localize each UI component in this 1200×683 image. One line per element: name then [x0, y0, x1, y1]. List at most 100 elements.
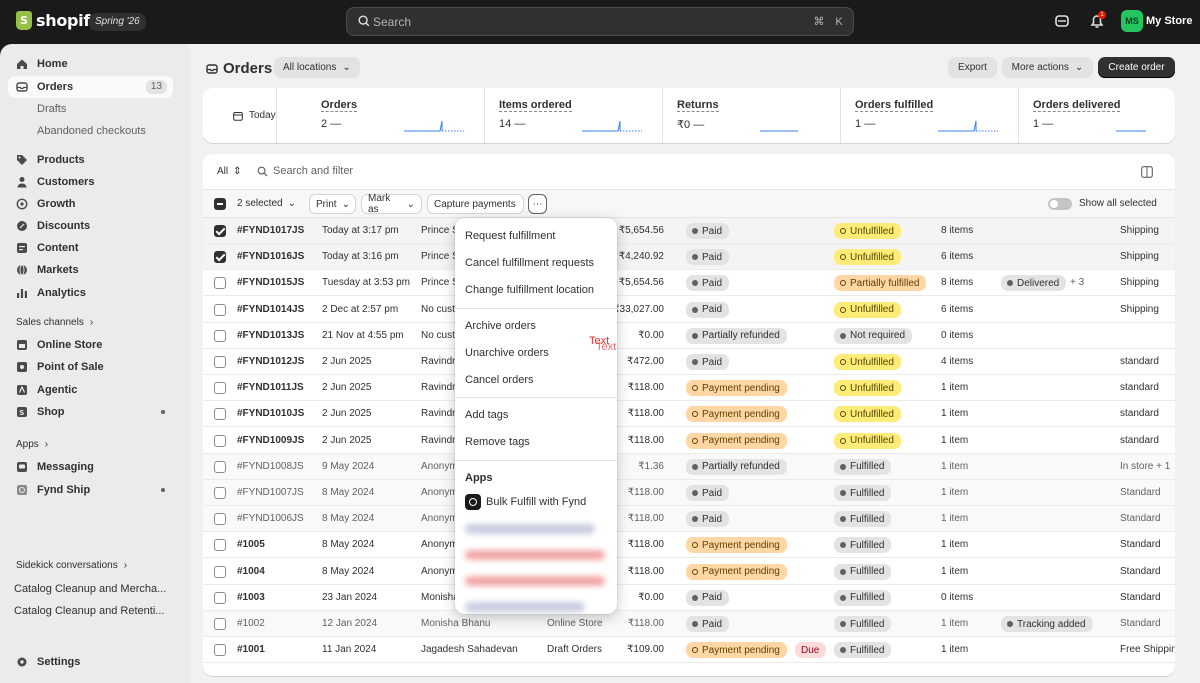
order-number[interactable]: #1002 — [237, 618, 265, 629]
sidebar-item-messaging[interactable]: Messaging — [8, 456, 173, 478]
sidebar-item-home[interactable]: Home — [8, 53, 173, 75]
row-checkbox[interactable] — [214, 303, 226, 316]
menu-item-add-tags[interactable]: Add tags — [465, 409, 508, 421]
table-row[interactable]: #FYND1010JS 2 Jun 2025 Ravindr ₹118.00 Payme… — [203, 401, 1175, 428]
row-checkbox[interactable] — [214, 591, 226, 604]
row-checkbox[interactable] — [214, 434, 226, 447]
row-checkbox[interactable] — [214, 487, 226, 499]
table-row[interactable]: #FYND1008JS 9 May 2024 Anonym ₹1.36 Partiall… — [203, 453, 1175, 480]
sidebar-item-shop[interactable]: S Shop — [8, 401, 173, 423]
order-number[interactable]: #FYND1009JS — [237, 435, 304, 446]
row-checkbox[interactable] — [214, 539, 226, 552]
sidekick-icon[interactable] — [1053, 12, 1071, 30]
tab-all[interactable]: All ⇕ — [217, 166, 242, 177]
menu-item-bulk-fulfill-fynd[interactable]: Bulk Fulfill with Fynd — [465, 494, 586, 510]
table-row[interactable]: #FYND1007JS 8 May 2024 Anonym ₹118.00 Paid Fu… — [203, 480, 1175, 506]
more-bulk-actions-button[interactable]: ⋯ — [528, 194, 547, 214]
more-actions-button[interactable]: More actions ⌄ — [1002, 57, 1093, 78]
order-number[interactable]: #FYND1017JS — [237, 225, 304, 236]
create-order-button[interactable]: Create order — [1098, 57, 1175, 78]
row-checkbox[interactable] — [214, 565, 226, 578]
menu-item-change-fulfillment-location[interactable]: Change fulfillment location — [465, 284, 594, 296]
sidebar-item-content[interactable]: Content — [8, 237, 173, 259]
print-button[interactable]: Print ⌄ — [309, 194, 356, 214]
export-button[interactable]: Export — [948, 57, 997, 78]
location-filter-button[interactable]: All locations ⌄ — [274, 57, 360, 78]
sidekick-conversation-item[interactable]: Catalog Cleanup and Retenti... — [14, 605, 174, 617]
table-row[interactable]: #100323 Jan 2024Monisha₹0.00PaidFulfille… — [203, 585, 1175, 611]
order-number[interactable]: #FYND1014JS — [237, 304, 304, 315]
order-number[interactable]: #FYND1011JS — [237, 382, 304, 393]
row-checkbox[interactable] — [214, 460, 226, 473]
sidebar-item-products[interactable]: Products — [8, 149, 173, 171]
columns-icon[interactable] — [1141, 166, 1153, 178]
table-row[interactable]: #FYND1006JS 8 May 2024 Anonym ₹118.00 Paid Fu… — [203, 506, 1175, 533]
table-row[interactable]: #FYND1013JS 21 Nov at 4:55 pm No cust ₹0.00… — [203, 323, 1175, 349]
table-row[interactable]: #FYND1011JS 2 Jun 2025 Ravindr ₹118.00 Payme… — [203, 375, 1175, 402]
order-number[interactable]: #FYND1015JS — [237, 277, 304, 288]
sidebar-item-fynd-ship[interactable]: Fynd Ship — [8, 479, 173, 501]
show-all-selected-toggle[interactable] — [1048, 198, 1072, 210]
sidebar-item-discounts[interactable]: Discounts — [8, 215, 173, 237]
table-row[interactable]: #1005 8 May 2024 Anonym ₹118.00 Payment pend… — [203, 532, 1175, 559]
row-checkbox[interactable] — [214, 251, 226, 264]
order-number[interactable]: #1003 — [237, 592, 265, 603]
sidebar-item-point-of-sale[interactable]: Point of Sale — [8, 356, 173, 378]
order-number[interactable]: #1001 — [237, 644, 265, 655]
menu-item-remove-tags[interactable]: Remove tags — [465, 436, 530, 448]
menu-item-cancel-orders[interactable]: Cancel orders — [465, 374, 533, 386]
sidebar-item-settings[interactable]: Settings — [8, 651, 173, 673]
shopify-logo[interactable]: shopify — [16, 11, 100, 30]
table-row[interactable]: #FYND1016JSToday at 3:16 pmPrince S₹4,24… — [203, 244, 1175, 271]
table-row[interactable]: #1001 11 Jan 2024 Jagadesh Sahadevan Draft … — [203, 637, 1175, 664]
row-checkbox[interactable] — [214, 513, 226, 526]
table-row[interactable]: #1004 8 May 2024 Anonym ₹118.00 Payment pend… — [203, 559, 1175, 585]
order-number[interactable]: #FYND1013JS — [237, 330, 304, 341]
metric-items-ordered[interactable]: Items ordered 14 — — [485, 88, 663, 143]
sidebar-item-analytics[interactable]: Analytics — [8, 282, 173, 304]
table-row[interactable]: #FYND1017JSToday at 3:17 pmPrince S₹5,65… — [203, 218, 1175, 244]
sidekick-conversations-header[interactable]: Sidekick conversations › — [16, 560, 127, 571]
selected-count-dropdown[interactable]: 2 selected ⌄ — [237, 198, 296, 209]
order-number[interactable]: #FYND1010JS — [237, 408, 304, 419]
store-name[interactable]: My Store — [1146, 15, 1192, 27]
order-number[interactable]: #FYND1008JS — [237, 461, 304, 472]
order-number[interactable]: #FYND1016JS — [237, 251, 304, 262]
metric-orders[interactable]: Orders 2 — — [307, 88, 485, 143]
row-checkbox[interactable] — [214, 277, 226, 290]
table-row[interactable]: #FYND1015JSTuesday at 3:53 pmPrince S₹5,… — [203, 270, 1175, 297]
store-avatar[interactable]: MS — [1121, 10, 1143, 32]
menu-item-archive-orders[interactable]: Archive orders — [465, 320, 536, 332]
order-number[interactable]: #1004 — [237, 566, 265, 577]
table-row[interactable]: #FYND1014JS 2 Dec at 2:57 pm No cust ₹33,02… — [203, 297, 1175, 323]
sidebar-item-abandoned-checkouts[interactable]: Abandoned checkouts — [8, 120, 173, 142]
order-number[interactable]: #FYND1012JS — [237, 356, 304, 367]
row-checkbox[interactable] — [214, 329, 226, 342]
order-number[interactable]: #1005 — [237, 539, 265, 550]
sidebar-item-online-store[interactable]: Online Store — [8, 334, 173, 356]
table-row[interactable]: #FYND1009JS 2 Jun 2025 Ravindr ₹118.00 Payme… — [203, 428, 1175, 454]
menu-item-cancel-fulfillment-requests[interactable]: Cancel fulfillment requests — [465, 257, 594, 269]
order-number[interactable]: #FYND1006JS — [237, 513, 304, 524]
select-all-checkbox[interactable] — [214, 198, 226, 210]
row-checkbox[interactable] — [214, 382, 226, 395]
mark-as-button[interactable]: Mark as ⌄ — [361, 193, 422, 215]
row-checkbox[interactable] — [214, 618, 226, 630]
table-row[interactable]: #FYND1012JS 2 Jun 2025 Ravindr ₹472.00 Paid U… — [203, 349, 1175, 375]
metric-returns[interactable]: Returns ₹0 — — [663, 88, 841, 143]
sidekick-conversation-item[interactable]: Catalog Cleanup and Mercha... — [14, 583, 174, 595]
menu-item-request-fulfillment[interactable]: Request fulfillment — [465, 230, 556, 242]
sidebar-item-growth[interactable]: Growth — [8, 193, 173, 215]
order-number[interactable]: #FYND1007JS — [237, 487, 304, 498]
sidebar-item-orders[interactable]: Orders 13 — [8, 76, 173, 98]
row-checkbox[interactable] — [214, 408, 226, 421]
date-range-picker[interactable]: Today — [203, 88, 277, 143]
capture-payments-button[interactable]: Capture payments — [427, 194, 524, 214]
sidebar-item-drafts[interactable]: Drafts — [8, 98, 173, 120]
table-row[interactable]: #1002 12 Jan 2024 Monisha Bhanu Online Stor… — [203, 611, 1175, 637]
sales-channels-header[interactable]: Sales channels › — [16, 317, 93, 328]
apps-header[interactable]: Apps › — [16, 439, 48, 450]
sidebar-item-markets[interactable]: Markets — [8, 259, 173, 281]
metric-orders-delivered[interactable]: Orders delivered 1 — — [1019, 88, 1197, 143]
row-checkbox[interactable] — [214, 356, 226, 368]
